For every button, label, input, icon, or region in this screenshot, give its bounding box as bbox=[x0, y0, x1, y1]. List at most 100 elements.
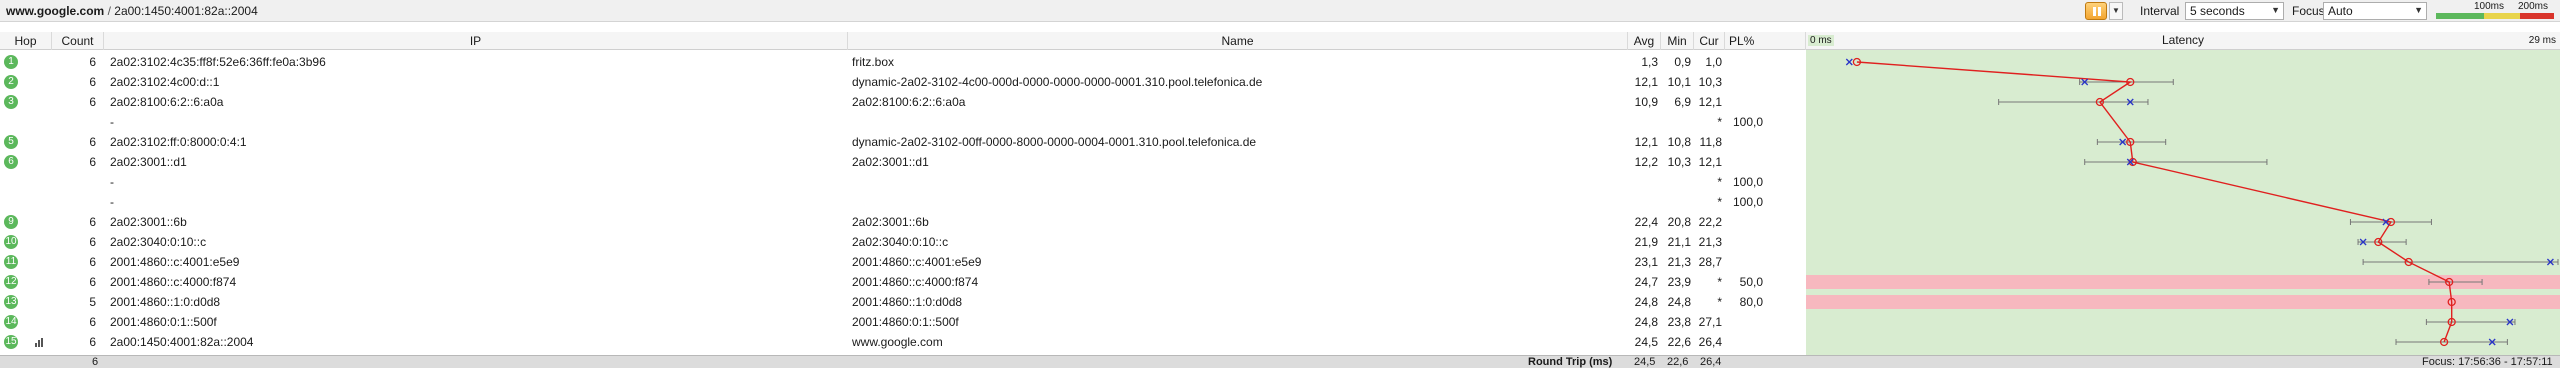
hop-cur: * bbox=[1717, 115, 1722, 129]
interval-select[interactable]: 5 seconds ▼ bbox=[2185, 2, 2284, 20]
hop-min: 21,3 bbox=[1667, 255, 1691, 269]
hop-ip: 2a02:3102:4c35:ff8f:52e6:36ff:fe0a:3b96 bbox=[110, 55, 326, 69]
hop-ip: - bbox=[110, 175, 114, 189]
column-latency[interactable]: Latency bbox=[1806, 33, 2560, 47]
hop-min: 20,8 bbox=[1667, 215, 1691, 229]
hop-count: 6 bbox=[89, 155, 96, 169]
table-header: Hop Count IP Name Avg Min Cur PL% bbox=[0, 32, 1806, 50]
column-avg[interactable]: Avg bbox=[1628, 32, 1661, 50]
hop-row[interactable]: 5 6 2a02:3102:ff:0:8000:0:4:1 dynamic-2a02-… bbox=[0, 132, 1806, 152]
hop-min: 24,8 bbox=[1667, 295, 1691, 309]
bar-chart-icon bbox=[35, 338, 45, 347]
pause-icon[interactable] bbox=[2085, 2, 2107, 20]
hop-row[interactable]: - * 100,0 bbox=[0, 192, 1806, 212]
scale-200-label: 200ms bbox=[2518, 1, 2549, 12]
hop-ip: 2001:4860::1:0:d0d8 bbox=[110, 295, 221, 309]
hop-ip: 2a02:3040:0:10::c bbox=[110, 235, 207, 249]
hop-min: 10,8 bbox=[1667, 135, 1691, 149]
hop-number-badge: 9 bbox=[4, 215, 18, 229]
round-trip-label: Round Trip (ms) bbox=[1528, 356, 1613, 368]
column-name[interactable]: Name bbox=[848, 32, 1628, 50]
hop-row[interactable]: 15 6 2a00:1450:4001:82a::2004 www.google.co… bbox=[0, 332, 1806, 352]
column-cur[interactable]: Cur bbox=[1694, 32, 1725, 50]
hop-name: 2a02:3040:0:10::c bbox=[852, 235, 949, 249]
hop-row[interactable]: 10 6 2a02:3040:0:10::c 2a02:3040:0:10::c 21,… bbox=[0, 232, 1806, 252]
hop-cur: * bbox=[1717, 295, 1722, 309]
latency-scale-legend: 100ms 200ms bbox=[2436, 1, 2554, 21]
hop-row[interactable]: 6 6 2a02:3001::d1 2a02:3001::d1 12,2 10,3 12,1 bbox=[0, 152, 1806, 172]
hop-name: 2001:4860::c:4000:f874 bbox=[852, 275, 979, 289]
hop-name bbox=[852, 172, 1622, 192]
footer-min: 22,6 bbox=[1667, 356, 1689, 368]
column-min[interactable]: Min bbox=[1661, 32, 1694, 50]
hop-ip: 2001:4860:0:1::500f bbox=[110, 315, 217, 329]
hop-row[interactable]: 13 5 2001:4860::1:0:d0d8 2001:4860::1:0:d0d… bbox=[0, 292, 1806, 312]
hop-name: 2a02:3001::d1 bbox=[852, 155, 929, 169]
hop-pl: 100,0 bbox=[1732, 195, 1763, 209]
hop-avg: 24,8 bbox=[1634, 315, 1658, 329]
hop-pl bbox=[1725, 132, 1763, 152]
hop-pl: 100,0 bbox=[1732, 115, 1763, 129]
hop-count bbox=[52, 172, 96, 192]
hop-name: dynamic-2a02-3102-00ff-0000-8000-0000-00… bbox=[852, 135, 1257, 149]
hop-avg: 12,2 bbox=[1634, 155, 1658, 169]
hop-row[interactable]: - * 100,0 bbox=[0, 172, 1806, 192]
hop-pl bbox=[1725, 252, 1763, 272]
hop-name: 2a02:3001::6b bbox=[852, 215, 929, 229]
hop-name: fritz.box bbox=[852, 55, 895, 69]
hop-min: 21,1 bbox=[1667, 235, 1691, 249]
column-ip[interactable]: IP bbox=[104, 32, 848, 50]
target-host: www.google.com bbox=[6, 4, 105, 18]
hop-row[interactable]: 12 6 2001:4860::c:4000:f874 2001:4860::c:40… bbox=[0, 272, 1806, 292]
latency-header: 0 ms Latency 29 ms bbox=[1806, 32, 2560, 50]
hop-cur: 10,3 bbox=[1698, 75, 1722, 89]
hop-row[interactable]: 3 6 2a02:8100:6:2::6:a0a 2a02:8100:6:2::6:a… bbox=[0, 92, 1806, 112]
column-pl[interactable]: PL% bbox=[1725, 32, 1806, 50]
hop-avg: 21,9 bbox=[1634, 235, 1658, 249]
hop-name: 2001:4860::1:0:d0d8 bbox=[852, 295, 963, 309]
hop-avg: 23,1 bbox=[1634, 255, 1658, 269]
hop-pl bbox=[1725, 152, 1763, 172]
hop-number-badge: 2 bbox=[4, 75, 18, 89]
hop-row[interactable]: 11 6 2001:4860::c:4001:e5e9 2001:4860::c:40… bbox=[0, 252, 1806, 272]
hop-avg: 22,4 bbox=[1634, 215, 1658, 229]
column-count[interactable]: Count bbox=[52, 32, 104, 50]
hop-ip: 2001:4860::c:4000:f874 bbox=[110, 275, 237, 289]
hop-avg bbox=[1628, 172, 1658, 192]
hop-row[interactable]: 14 6 2001:4860:0:1::500f 2001:4860:0:1::500… bbox=[0, 312, 1806, 332]
hop-cur: * bbox=[1717, 275, 1722, 289]
column-hop[interactable]: Hop bbox=[0, 32, 52, 50]
hop-number-badge: 5 bbox=[4, 135, 18, 149]
hop-row[interactable]: 9 6 2a02:3001::6b 2a02:3001::6b 22,4 20,8 22,2 bbox=[0, 212, 1806, 232]
focus-label: Focus bbox=[2292, 4, 2325, 18]
hop-min: 23,8 bbox=[1667, 315, 1691, 329]
hop-ip: 2a02:3102:4c00:d::1 bbox=[110, 75, 220, 89]
hop-number-badge: 12 bbox=[4, 275, 18, 289]
chevron-down-icon: ▼ bbox=[2271, 5, 2280, 15]
scale-100-label: 100ms bbox=[2474, 1, 2505, 12]
hop-cur: 12,1 bbox=[1698, 155, 1722, 169]
hop-count: 6 bbox=[89, 95, 96, 109]
hop-avg: 24,5 bbox=[1634, 335, 1658, 349]
hop-row[interactable]: - * 100,0 bbox=[0, 112, 1806, 132]
hop-number-badge: 1 bbox=[4, 55, 18, 69]
hop-count: 6 bbox=[89, 315, 96, 329]
hop-pl bbox=[1725, 72, 1763, 92]
footer-avg: 24,5 bbox=[1634, 356, 1656, 368]
hop-cur: 27,1 bbox=[1698, 315, 1722, 329]
hop-cur: * bbox=[1717, 195, 1722, 209]
hop-ip: - bbox=[110, 115, 114, 129]
footer-cur: 26,4 bbox=[1700, 356, 1722, 368]
hop-name: 2a02:8100:6:2::6:a0a bbox=[852, 95, 966, 109]
pause-dropdown-button[interactable]: ▼ bbox=[2109, 2, 2123, 20]
interval-value: 5 seconds bbox=[2190, 4, 2245, 18]
hop-row[interactable]: 1 6 2a02:3102:4c35:ff8f:52e6:36ff:fe0a:3b9… bbox=[0, 52, 1806, 72]
hop-cur: 1,0 bbox=[1705, 55, 1722, 69]
graph-background bbox=[1806, 50, 2560, 355]
hop-row[interactable]: 2 6 2a02:3102:4c00:d::1 dynamic-2a02-3102-4… bbox=[0, 72, 1806, 92]
hop-number-badge: 10 bbox=[4, 235, 18, 249]
scale-green-segment bbox=[2436, 13, 2484, 19]
hop-count: 5 bbox=[89, 295, 96, 309]
focus-select[interactable]: Auto ▼ bbox=[2323, 2, 2427, 20]
hop-cur: * bbox=[1717, 175, 1722, 189]
